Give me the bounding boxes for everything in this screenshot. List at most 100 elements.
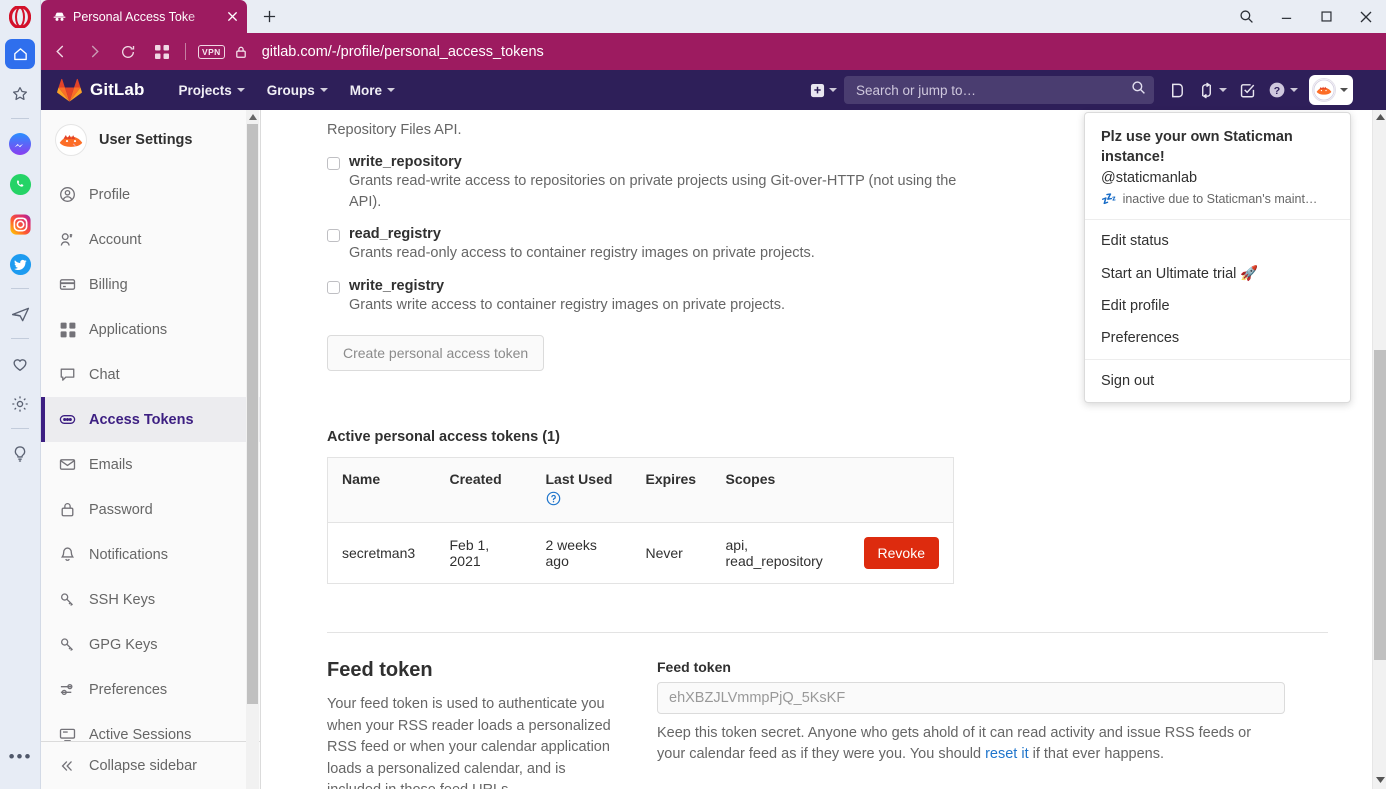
help-button[interactable]: ?	[1263, 76, 1303, 104]
user-dropdown-signout-group: Sign out	[1085, 360, 1350, 402]
checkbox-write-registry[interactable]	[327, 280, 340, 294]
issues-board-button[interactable]	[1164, 76, 1191, 104]
sidebar-item-billing[interactable]: Billing	[41, 262, 260, 307]
merge-requests-button[interactable]	[1193, 76, 1232, 104]
column-created: Created	[435, 457, 532, 524]
rail-item-instagram[interactable]	[5, 209, 35, 239]
bell-icon	[59, 546, 76, 563]
checkbox-write-repository[interactable]	[327, 157, 340, 170]
page-scrollbar-thumb[interactable]	[1374, 350, 1386, 660]
close-window-button[interactable]	[1346, 0, 1386, 33]
lock-icon	[59, 501, 76, 518]
checkbox-read-registry[interactable]	[327, 229, 340, 243]
opera-sidebar-rail: •••	[0, 0, 41, 789]
question-circle-icon[interactable]	[546, 491, 618, 509]
lock-icon[interactable]	[234, 45, 248, 59]
user-handle: @staticmanlab	[1101, 169, 1198, 186]
sidebar-item-account[interactable]: Account	[41, 217, 260, 262]
search-box[interactable]	[844, 76, 1154, 104]
collapse-sidebar-button[interactable]: Collapse sidebar	[41, 741, 260, 789]
sidebar-item-profile[interactable]: Profile	[41, 172, 260, 217]
menu-item-edit-status[interactable]: Edit status	[1085, 225, 1350, 257]
url-text[interactable]: gitlab.com/-/profile/personal_access_tok…	[262, 44, 544, 60]
scroll-down-arrow-icon[interactable]	[1373, 773, 1386, 787]
scroll-up-arrow-icon[interactable]	[1373, 110, 1386, 124]
scope-name: read_registry	[349, 226, 441, 243]
rail-item-messenger[interactable]	[5, 129, 35, 159]
create-personal-access-token-button[interactable]: Create personal access token	[327, 335, 545, 372]
nav-item-groups[interactable]: Groups	[257, 77, 338, 104]
sidebar-item-applications[interactable]: Applications	[41, 307, 260, 352]
sidebar-item-notifications[interactable]: Notifications	[41, 532, 260, 577]
chevron-down-icon	[1290, 88, 1298, 92]
cell-expires: Never	[645, 545, 683, 562]
search-icon[interactable]	[1131, 80, 1146, 100]
rail-item-favorites[interactable]	[5, 79, 35, 109]
forward-button[interactable]	[79, 37, 109, 67]
rail-item-telegram[interactable]	[5, 299, 35, 329]
grid-icon[interactable]	[147, 37, 177, 67]
todos-button[interactable]	[1234, 76, 1261, 104]
rail-divider	[11, 288, 29, 289]
sidebar-item-gpg-keys[interactable]: GPG Keys	[41, 622, 260, 667]
menu-item-preferences[interactable]: Preferences	[1085, 322, 1350, 354]
new-tab-button[interactable]	[253, 0, 285, 33]
cell-actions: Revoke	[844, 523, 954, 584]
feed-token-input[interactable]	[657, 682, 1285, 715]
user-menu-button[interactable]	[1309, 75, 1353, 105]
rail-item-speed-dial-home[interactable]	[5, 39, 35, 69]
opera-logo[interactable]	[0, 0, 41, 33]
sidebar-nav-list: Profile Account Billing Applications Cha…	[41, 170, 260, 757]
sidebar-item-ssh-keys[interactable]: SSH Keys	[41, 577, 260, 622]
sidebar-item-label: Applications	[89, 321, 168, 338]
sidebar-item-preferences[interactable]: Preferences	[41, 667, 260, 712]
sidebar-item-emails[interactable]: Emails	[41, 442, 260, 487]
revoke-button[interactable]: Revoke	[863, 537, 939, 570]
nav-item-more[interactable]: More	[340, 77, 405, 104]
sidebar-scrollbar[interactable]	[246, 110, 259, 789]
menu-item-edit-profile[interactable]: Edit profile	[1085, 290, 1350, 322]
search-icon[interactable]	[1226, 0, 1266, 33]
menu-item-sign-out[interactable]: Sign out	[1085, 365, 1350, 397]
menu-item-ultimate-trial[interactable]: Start an Ultimate trial 🚀	[1085, 257, 1350, 290]
rail-more-button[interactable]: •••	[0, 748, 41, 765]
nav-item-projects[interactable]: Projects	[168, 77, 254, 104]
rail-item-tips[interactable]	[5, 439, 35, 469]
maximize-button[interactable]	[1306, 0, 1346, 33]
scope-description: Grants write access to container registr…	[349, 296, 785, 313]
reset-feed-token-link[interactable]: reset it	[985, 746, 1029, 762]
sidebar-item-chat[interactable]: Chat	[41, 352, 260, 397]
sidebar-item-label: Chat	[89, 366, 120, 383]
tab-strip: Personal Access Toke	[41, 0, 1386, 33]
sidebar-item-label: Access Tokens	[89, 411, 194, 428]
sidebar-header[interactable]: User Settings	[41, 110, 260, 170]
account-key-icon	[59, 231, 76, 248]
credit-card-icon	[59, 276, 76, 293]
gitlab-top-nav: GitLab Projects Groups More Search or ju…	[41, 70, 1386, 110]
back-button[interactable]	[45, 37, 75, 67]
rail-item-twitter[interactable]	[5, 249, 35, 279]
vpn-badge[interactable]: VPN	[198, 44, 225, 59]
sidebar-item-label: Password	[89, 501, 153, 518]
sidebar-scrollbar-thumb[interactable]	[247, 124, 258, 704]
sidebar-item-label: GPG Keys	[89, 636, 158, 653]
rail-item-heart-likes[interactable]	[5, 349, 35, 379]
feed-token-field-label: Feed token	[657, 659, 731, 676]
sidebar-item-password[interactable]: Password	[41, 487, 260, 532]
key-icon	[59, 591, 76, 608]
column-actions	[843, 457, 954, 524]
close-icon[interactable]	[223, 8, 241, 26]
browser-tab[interactable]: Personal Access Toke	[41, 0, 247, 33]
rail-item-whatsapp[interactable]	[5, 169, 35, 199]
key-icon	[59, 636, 76, 653]
scroll-up-arrow-icon[interactable]	[246, 110, 259, 123]
create-new-button[interactable]	[805, 76, 842, 104]
minimize-button[interactable]	[1266, 0, 1306, 33]
gitlab-logo-link[interactable]: GitLab	[57, 78, 144, 103]
chevron-double-left-icon	[59, 758, 76, 774]
reload-button[interactable]	[113, 37, 143, 67]
sidebar-item-access-tokens[interactable]: Access Tokens	[41, 397, 260, 442]
search-input[interactable]	[856, 82, 1131, 98]
page-scrollbar[interactable]	[1372, 110, 1386, 789]
rail-item-settings[interactable]	[5, 389, 35, 419]
